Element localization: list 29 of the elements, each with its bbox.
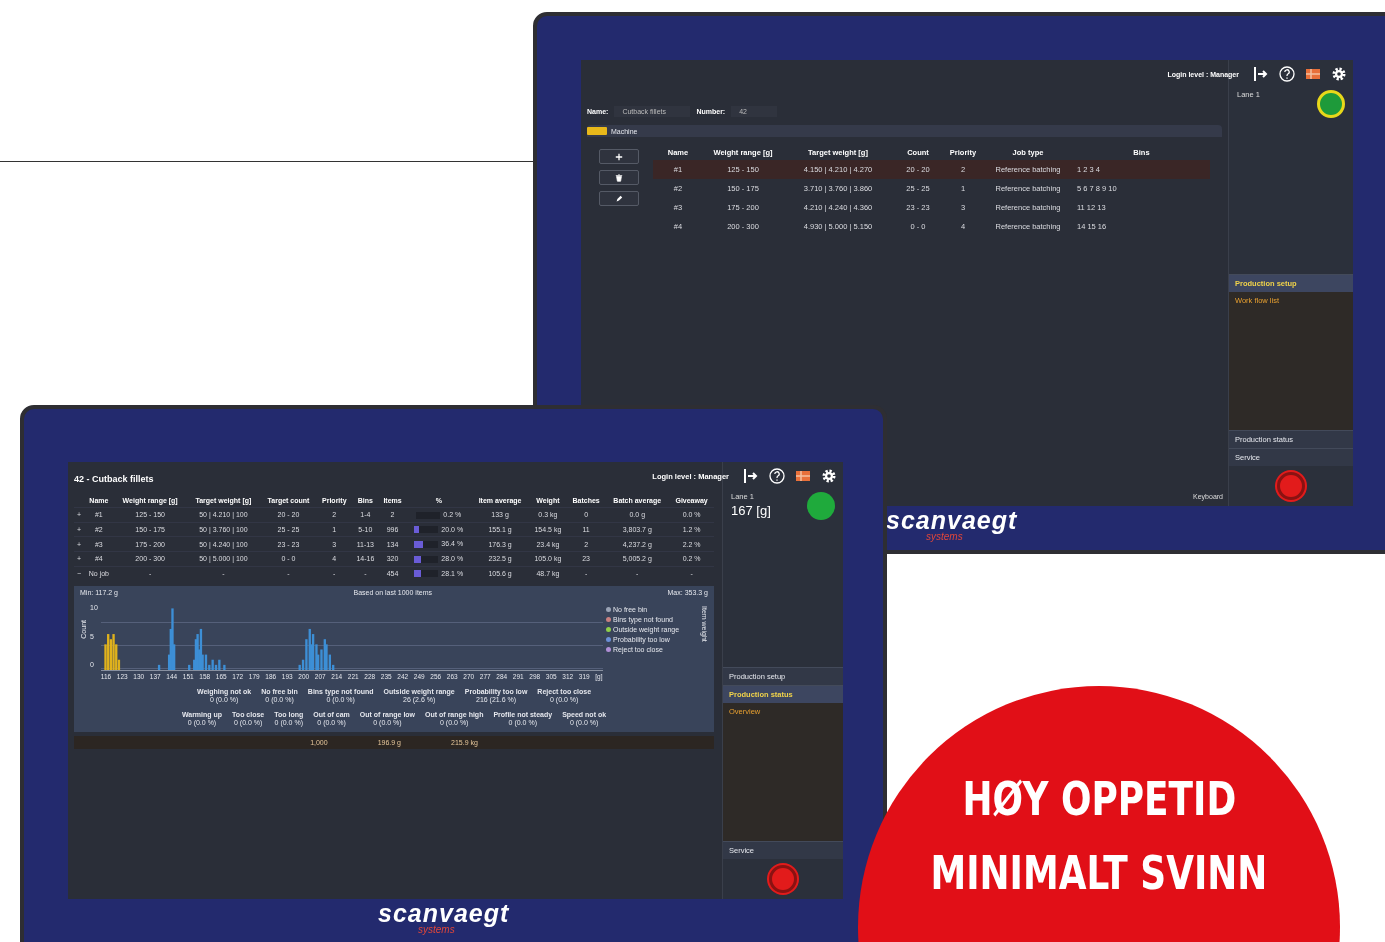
trash-icon — [615, 173, 623, 182]
help-icon[interactable] — [1279, 66, 1295, 82]
flag-icon[interactable] — [795, 468, 811, 484]
weight-reading: 167 [g] — [731, 503, 771, 518]
banner-text: MINIMALT SVINN — [930, 850, 1268, 896]
brand-subtitle: systems — [418, 925, 455, 935]
stop-button[interactable] — [1277, 472, 1305, 500]
brand-logo: scanvaegt — [886, 508, 1018, 532]
settings-icon[interactable] — [1331, 66, 1347, 82]
edit-button[interactable] — [599, 191, 639, 206]
histogram-bar — [157, 665, 161, 671]
status-indicator — [1317, 90, 1345, 118]
screen-title: 42 - Cutback fillets — [74, 473, 154, 486]
plus-icon — [615, 152, 623, 161]
delete-button[interactable] — [599, 170, 639, 185]
logout-icon[interactable] — [1253, 66, 1269, 82]
logout-icon[interactable] — [743, 468, 759, 484]
status-indicator — [807, 492, 835, 520]
brand-subtitle: systems — [926, 532, 963, 542]
stop-button[interactable] — [769, 865, 797, 893]
histogram-bar — [223, 665, 226, 671]
banner-text: HØY OPPETID — [962, 776, 1236, 822]
add-button[interactable] — [599, 149, 639, 164]
pencil-icon — [615, 194, 623, 203]
brand-logo: scanvaegt — [378, 901, 510, 925]
settings-icon[interactable] — [821, 468, 837, 484]
flag-icon[interactable] — [1305, 66, 1321, 82]
tag-chip — [587, 127, 607, 135]
help-icon[interactable] — [769, 468, 785, 484]
